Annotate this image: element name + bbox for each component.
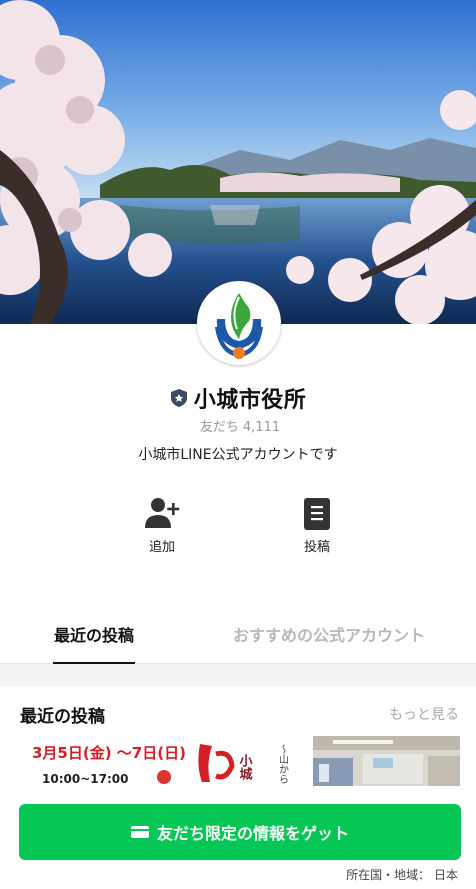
cta-label: 友だち限定の情報をゲット — [156, 824, 349, 843]
country-region: 所在国・地域： 日本 — [346, 868, 458, 882]
add-friend-icon — [145, 498, 180, 528]
post-thumbnail-2[interactable] — [313, 736, 460, 786]
friends-label: 友だち — [199, 420, 239, 435]
posts-label: 投稿 — [303, 540, 330, 555]
thumbnail-date: 3月5日(金) 〜7日(日) — [32, 744, 186, 762]
section-divider — [0, 664, 476, 686]
posts-button[interactable]: 投稿 — [277, 496, 357, 555]
cover-photo — [0, 0, 476, 324]
thumbnail-time: 10:00~17:00 — [42, 772, 128, 786]
tab-recent-posts[interactable]: 最近の投稿 — [53, 610, 135, 665]
account-name-row: 小城市役所 — [0, 382, 476, 414]
friends-number: 4,111 — [242, 420, 281, 435]
thumbnail-small-text: 〜山から — [277, 744, 289, 784]
wallet-icon — [130, 826, 149, 838]
friends-only-info-button[interactable]: 友だち限定の情報をゲット — [19, 804, 461, 860]
account-logo — [197, 281, 281, 365]
section-title: 最近の投稿 — [20, 707, 105, 727]
account-description: 小城市LINE公式アカウントです — [138, 447, 338, 463]
thumbnail-vertical-text: 小城 — [237, 754, 253, 781]
account-name: 小城市役所 — [193, 388, 307, 413]
tab-recommended-accounts[interactable]: おすすめの公式アカウント — [229, 610, 429, 664]
posts-document-icon — [304, 498, 330, 530]
see-more-link[interactable]: もっと見る — [389, 704, 459, 724]
post-thumbnail[interactable]: 3月5日(金) 〜7日(日) 10:00~17:00 小城 〜山から — [20, 736, 303, 786]
flower-icon — [157, 770, 171, 784]
shield-badge-icon — [170, 389, 187, 407]
tab-bar: 最近の投稿 おすすめの公式アカウント — [0, 610, 476, 665]
add-label: 追加 — [148, 540, 175, 555]
friends-count: 友だち 4,111 — [0, 416, 476, 435]
add-friend-button[interactable]: 追加 — [122, 496, 202, 555]
